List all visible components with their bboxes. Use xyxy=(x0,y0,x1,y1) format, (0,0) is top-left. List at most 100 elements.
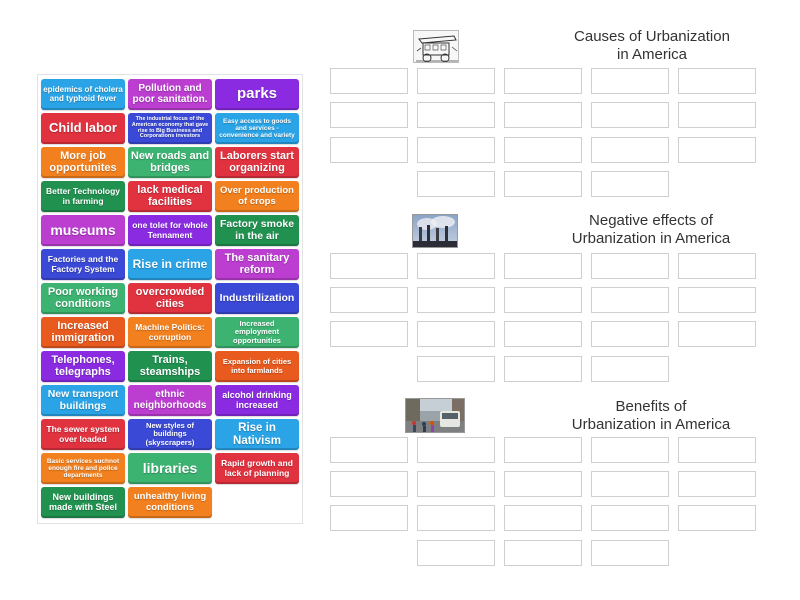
drop-slot-causes[interactable] xyxy=(417,102,495,128)
drop-slot-causes[interactable] xyxy=(678,137,756,163)
answer-tile[interactable]: ethnic neighborhoods xyxy=(128,385,212,416)
drop-slot-causes[interactable] xyxy=(330,137,408,163)
drop-slot-causes[interactable] xyxy=(591,68,669,94)
drop-slot-negative-effects[interactable] xyxy=(417,253,495,279)
answer-tile[interactable]: Poor working conditions xyxy=(41,283,125,314)
drop-slot-benefits[interactable] xyxy=(504,505,582,531)
drop-slot-benefits[interactable] xyxy=(678,437,756,463)
answer-tile[interactable]: New transport buildings xyxy=(41,385,125,416)
answer-tile[interactable]: Factories and the Factory System xyxy=(41,249,125,280)
answer-tile[interactable]: unhealthy living conditions xyxy=(128,487,212,518)
answer-tile[interactable]: parks xyxy=(215,79,299,110)
answer-tile[interactable]: libraries xyxy=(128,453,212,484)
drop-slot-benefits[interactable] xyxy=(504,540,582,566)
drop-slot-causes[interactable] xyxy=(330,68,408,94)
drop-slot-benefits[interactable] xyxy=(417,540,495,566)
drop-slot-causes[interactable] xyxy=(504,137,582,163)
group-title-line1: Negative effects of xyxy=(589,212,713,229)
drop-slot-negative-effects[interactable] xyxy=(417,321,495,347)
answer-tile[interactable]: Machine Politics: corruption xyxy=(128,317,212,348)
answer-tile[interactable]: Over production of crops xyxy=(215,181,299,212)
drop-slot-benefits[interactable] xyxy=(330,505,408,531)
answer-tile[interactable]: Rise in crime xyxy=(128,249,212,280)
answer-tile[interactable]: one tolet for whole Tennament xyxy=(128,215,212,246)
drop-slot-benefits[interactable] xyxy=(591,437,669,463)
answer-tile[interactable]: Rise in Nativism xyxy=(215,419,299,450)
drop-slot-benefits[interactable] xyxy=(330,437,408,463)
answer-tile[interactable]: Laborers start organizing xyxy=(215,147,299,178)
drop-slot-negative-effects[interactable] xyxy=(504,287,582,313)
smokestacks-photo-icon xyxy=(413,215,457,247)
answer-tile[interactable]: The industrial focus of the American eco… xyxy=(128,113,212,144)
drop-slot-causes[interactable] xyxy=(678,68,756,94)
drop-slot-causes[interactable] xyxy=(504,171,582,197)
drop-slot-negative-effects[interactable] xyxy=(678,253,756,279)
answer-tile[interactable]: The sewer system over loaded xyxy=(41,419,125,450)
drop-slot-causes[interactable] xyxy=(504,102,582,128)
answer-tile[interactable]: New roads and bridges xyxy=(128,147,212,178)
answer-tile[interactable]: Factory smoke in the air xyxy=(215,215,299,246)
answer-tile[interactable]: Rapid growth and lack of planning xyxy=(215,453,299,484)
drop-slot-causes[interactable] xyxy=(591,137,669,163)
answer-tile[interactable]: overcrowded cities xyxy=(128,283,212,314)
drop-slot-benefits[interactable] xyxy=(417,471,495,497)
drop-slot-negative-effects[interactable] xyxy=(591,253,669,279)
drop-slot-negative-effects[interactable] xyxy=(678,287,756,313)
answer-tile[interactable]: More job opportunites xyxy=(41,147,125,178)
drop-slot-causes[interactable] xyxy=(417,137,495,163)
drop-slot-causes[interactable] xyxy=(330,102,408,128)
answer-tile[interactable]: Increased employment opportunities xyxy=(215,317,299,348)
drop-slot-benefits[interactable] xyxy=(417,505,495,531)
drop-slot-causes[interactable] xyxy=(504,68,582,94)
answer-tile[interactable]: Basic services suchnot enough fire and p… xyxy=(41,453,125,484)
drop-slot-negative-effects[interactable] xyxy=(330,253,408,279)
group-title-negative-effects: Negative effects of Urbanization in Amer… xyxy=(541,212,761,248)
answer-tile[interactable]: lack medical facilities xyxy=(128,181,212,212)
answer-tile[interactable]: alcohol drinking increased xyxy=(215,385,299,416)
drop-slot-negative-effects[interactable] xyxy=(417,287,495,313)
tile-bank: epidemics of cholera and typhoid fever Po… xyxy=(37,74,303,524)
answer-tile[interactable]: Easy access to goods and services - conv… xyxy=(215,113,299,144)
drop-slot-causes[interactable] xyxy=(417,171,495,197)
answer-tile[interactable]: Telephones, telegraphs xyxy=(41,351,125,382)
drop-slot-negative-effects[interactable] xyxy=(591,321,669,347)
group-title-line2: in America xyxy=(616,46,688,63)
answer-tile[interactable]: Increased immigration xyxy=(41,317,125,348)
answer-tile[interactable]: Industrilization xyxy=(215,283,299,314)
drop-slot-negative-effects[interactable] xyxy=(330,287,408,313)
answer-tile[interactable]: Trains, steamships xyxy=(128,351,212,382)
drop-slot-negative-effects[interactable] xyxy=(504,253,582,279)
drop-slot-negative-effects[interactable] xyxy=(330,321,408,347)
drop-slot-benefits[interactable] xyxy=(330,471,408,497)
answer-tile[interactable]: Pollution and poor sanitation. xyxy=(128,79,212,110)
horse-carriage-sketch-icon xyxy=(414,31,458,62)
answer-tile[interactable]: epidemics of cholera and typhoid fever xyxy=(41,79,125,110)
answer-tile[interactable]: Better Technology in farming xyxy=(41,181,125,212)
drop-slot-benefits[interactable] xyxy=(504,437,582,463)
city-street-photo-icon xyxy=(406,399,464,432)
drop-slot-negative-effects[interactable] xyxy=(591,287,669,313)
drop-slot-benefits[interactable] xyxy=(678,471,756,497)
drop-slot-negative-effects[interactable] xyxy=(591,356,669,382)
drop-slot-causes[interactable] xyxy=(678,102,756,128)
drop-slot-causes[interactable] xyxy=(591,102,669,128)
drop-slot-benefits[interactable] xyxy=(417,437,495,463)
drop-slot-benefits[interactable] xyxy=(678,505,756,531)
drop-slot-benefits[interactable] xyxy=(591,540,669,566)
drop-slot-benefits[interactable] xyxy=(591,471,669,497)
answer-tile[interactable]: New buildings made with Steel xyxy=(41,487,125,518)
drop-slot-negative-effects[interactable] xyxy=(417,356,495,382)
answer-tile[interactable]: museums xyxy=(41,215,125,246)
answer-tile[interactable]: The sanitary reform xyxy=(215,249,299,280)
answer-tile[interactable]: Expansion of cities into farmlands xyxy=(215,351,299,382)
drop-slot-benefits[interactable] xyxy=(591,505,669,531)
answer-tile[interactable]: Child labor xyxy=(41,113,125,144)
drop-slot-causes[interactable] xyxy=(591,171,669,197)
drop-slot-causes[interactable] xyxy=(417,68,495,94)
drop-slot-negative-effects[interactable] xyxy=(504,321,582,347)
drop-slot-negative-effects[interactable] xyxy=(504,356,582,382)
answer-tile[interactable]: New styles of buildings (skyscrapers) xyxy=(128,419,212,450)
drop-slot-negative-effects[interactable] xyxy=(678,321,756,347)
group-title-benefits: Benefits of Urbanization in America xyxy=(541,398,761,434)
drop-slot-benefits[interactable] xyxy=(504,471,582,497)
